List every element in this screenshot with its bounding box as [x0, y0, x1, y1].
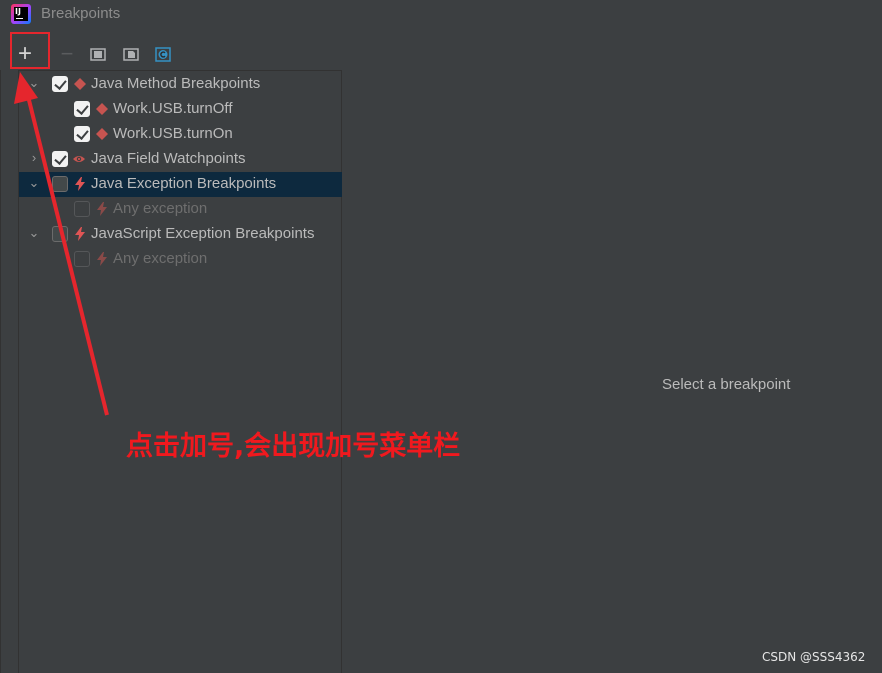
checkbox-java-field-watchpoints[interactable] [52, 151, 68, 167]
checkbox-java-exception-breakpoints[interactable] [52, 176, 68, 192]
method-breakpoint-icon [96, 103, 108, 115]
checkbox-javascript-exception-breakpoints[interactable] [52, 226, 68, 242]
watchpoint-eye-icon [73, 156, 85, 162]
tree-item-label: Any exception [113, 200, 208, 217]
tree-item-label: Work.USB.turnOn [113, 125, 233, 142]
group-by-class-icon[interactable] [155, 46, 171, 62]
tree-item-label: Java Exception Breakpoints [91, 175, 277, 192]
watermark: CSDN @SSS4362 [762, 650, 866, 664]
group-by-file-icon[interactable] [123, 46, 139, 62]
exception-breakpoint-icon [97, 202, 107, 216]
method-breakpoint-icon [74, 78, 86, 90]
tree-group-java-method-breakpoints[interactable]: ⌄ Java Method Breakpoints [19, 72, 342, 97]
tree-item-label: Java Field Watchpoints [91, 150, 246, 167]
tree-item-label: JavaScript Exception Breakpoints [91, 225, 315, 242]
checkbox-work-usb-turnoff[interactable] [74, 101, 90, 117]
checkbox-any-exception-javascript[interactable] [74, 251, 90, 267]
tree-item-label: Java Method Breakpoints [91, 75, 261, 92]
annotation-text: 点击加号,会出现加号菜单栏 [126, 431, 461, 462]
intellij-app-icon: IJ [11, 4, 31, 24]
chevron-down-icon[interactable]: ⌄ [27, 226, 41, 240]
tree-item-any-exception-java[interactable]: Any exception [19, 197, 342, 222]
checkbox-any-exception-java[interactable] [74, 201, 90, 217]
method-breakpoint-icon [96, 128, 108, 140]
tree-group-javascript-exception-breakpoints[interactable]: ⌄ JavaScript Exception Breakpoints [19, 222, 342, 247]
exception-breakpoint-icon [75, 177, 85, 191]
chevron-down-icon[interactable]: ⌄ [27, 176, 41, 190]
detail-placeholder: Select a breakpoint [662, 376, 791, 393]
group-by-package-icon[interactable] [90, 46, 106, 62]
tree-group-java-field-watchpoints[interactable]: › Java Field Watchpoints [19, 147, 342, 172]
exception-breakpoint-icon [97, 252, 107, 266]
tree-item-work-usb-turnon[interactable]: Work.USB.turnOn [19, 122, 342, 147]
left-gutter-divider [0, 70, 1, 673]
tree-item-any-exception-javascript[interactable]: Any exception [19, 247, 342, 272]
checkbox-work-usb-turnon[interactable] [74, 126, 90, 142]
tree-item-label: Work.USB.turnOff [113, 100, 233, 117]
tree-item-work-usb-turnoff[interactable]: Work.USB.turnOff [19, 97, 342, 122]
tree-group-java-exception-breakpoints[interactable]: ⌄ Java Exception Breakpoints [19, 172, 342, 197]
checkbox-java-method-breakpoints[interactable] [52, 76, 68, 92]
tree-item-label: Any exception [113, 250, 208, 267]
remove-breakpoint-button[interactable]: − [58, 43, 76, 65]
window-title: Breakpoints [41, 5, 121, 22]
annotation-highlight-box [10, 32, 50, 69]
chevron-right-icon[interactable]: › [27, 151, 41, 165]
chevron-down-icon[interactable]: ⌄ [27, 76, 41, 90]
exception-breakpoint-icon [75, 227, 85, 241]
title-bar: IJ Breakpoints [0, 0, 882, 28]
